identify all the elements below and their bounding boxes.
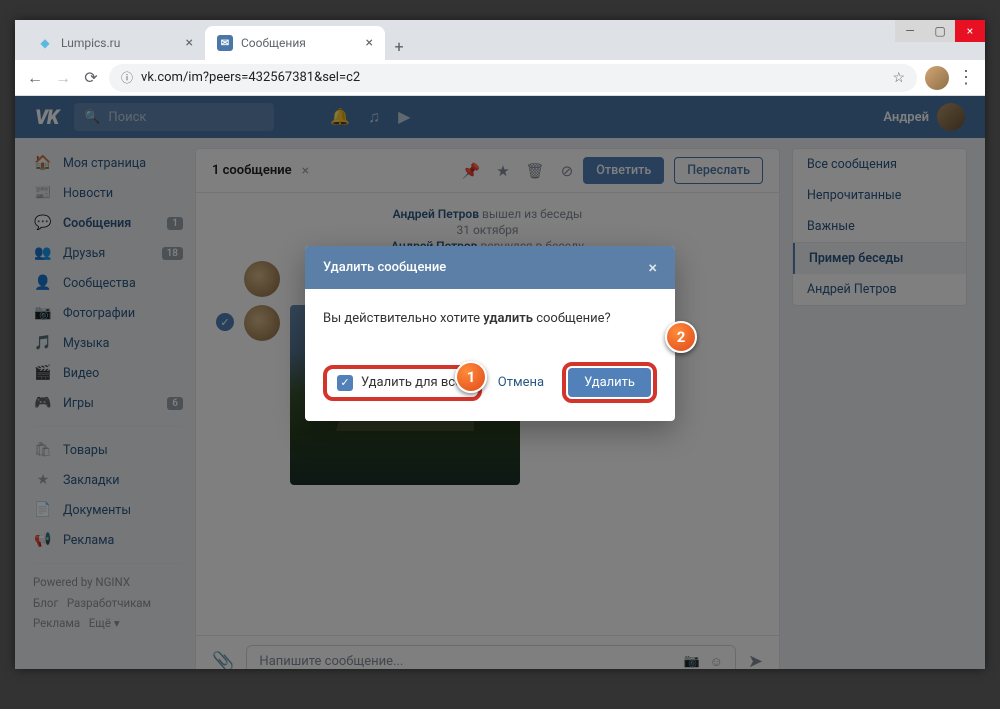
close-icon[interactable]: × (648, 258, 657, 277)
reload-button[interactable]: ⟳ (81, 68, 101, 88)
checkbox-checked-icon: ✓ (337, 375, 353, 391)
tab-title: Lumpics.ru (61, 36, 120, 50)
lock-icon: ⓘ (121, 69, 133, 86)
callout-1: 1 (455, 361, 487, 393)
star-icon[interactable]: ☆ (892, 70, 905, 86)
vk-icon: ✉ (217, 35, 233, 51)
window-close-button[interactable]: × (955, 20, 985, 42)
modal-text-bold: удалить (483, 311, 533, 326)
delete-button[interactable]: Удалить (568, 368, 651, 397)
close-icon[interactable]: × (186, 35, 193, 51)
forward-button: → (53, 68, 73, 88)
back-button[interactable]: ← (25, 68, 45, 88)
delete-button-highlight: Удалить (562, 362, 657, 403)
new-tab-button[interactable]: + (385, 32, 413, 60)
omnibox[interactable]: ⓘ vk.com/im?peers=432567381&sel=c2 ☆ (109, 64, 917, 92)
globe-icon: ◆ (37, 35, 53, 51)
tab-title: Сообщения (241, 36, 306, 50)
menu-icon[interactable]: ⋮ (957, 67, 975, 88)
modal-text: сообщение? (533, 311, 611, 326)
profile-avatar[interactable] (925, 66, 949, 90)
modal-text: Вы действительно хотите (323, 311, 483, 326)
modal-header: Удалить сообщение × (305, 246, 675, 289)
browser-titlebar: ◆ Lumpics.ru × ✉ Сообщения × + — ▢ × (15, 20, 985, 60)
minimize-button[interactable]: — (895, 20, 925, 42)
url-text: vk.com/im?peers=432567381&sel=c2 (141, 70, 360, 85)
browser-tab-messages[interactable]: ✉ Сообщения × (205, 26, 385, 60)
cancel-button[interactable]: Отмена (488, 369, 554, 396)
modal-body: Вы действительно хотите удалить сообщени… (305, 289, 675, 348)
delete-message-modal: Удалить сообщение × Вы действительно хот… (305, 246, 675, 421)
modal-footer: ✓ Удалить для всех Отмена Удалить (305, 348, 675, 421)
checkbox-label: Удалить для всех (361, 375, 468, 390)
address-bar: ← → ⟳ ⓘ vk.com/im?peers=432567381&sel=c2… (15, 60, 985, 96)
callout-2: 2 (665, 321, 697, 353)
modal-title: Удалить сообщение (323, 260, 446, 275)
close-icon[interactable]: × (366, 35, 373, 51)
browser-tab-lumpics[interactable]: ◆ Lumpics.ru × (25, 26, 205, 60)
page-content: VK 🔍 Поиск 🔔 ♫ ▶ Андрей 🏠Моя страница 📰Н… (15, 96, 985, 669)
maximize-button[interactable]: ▢ (925, 20, 955, 42)
